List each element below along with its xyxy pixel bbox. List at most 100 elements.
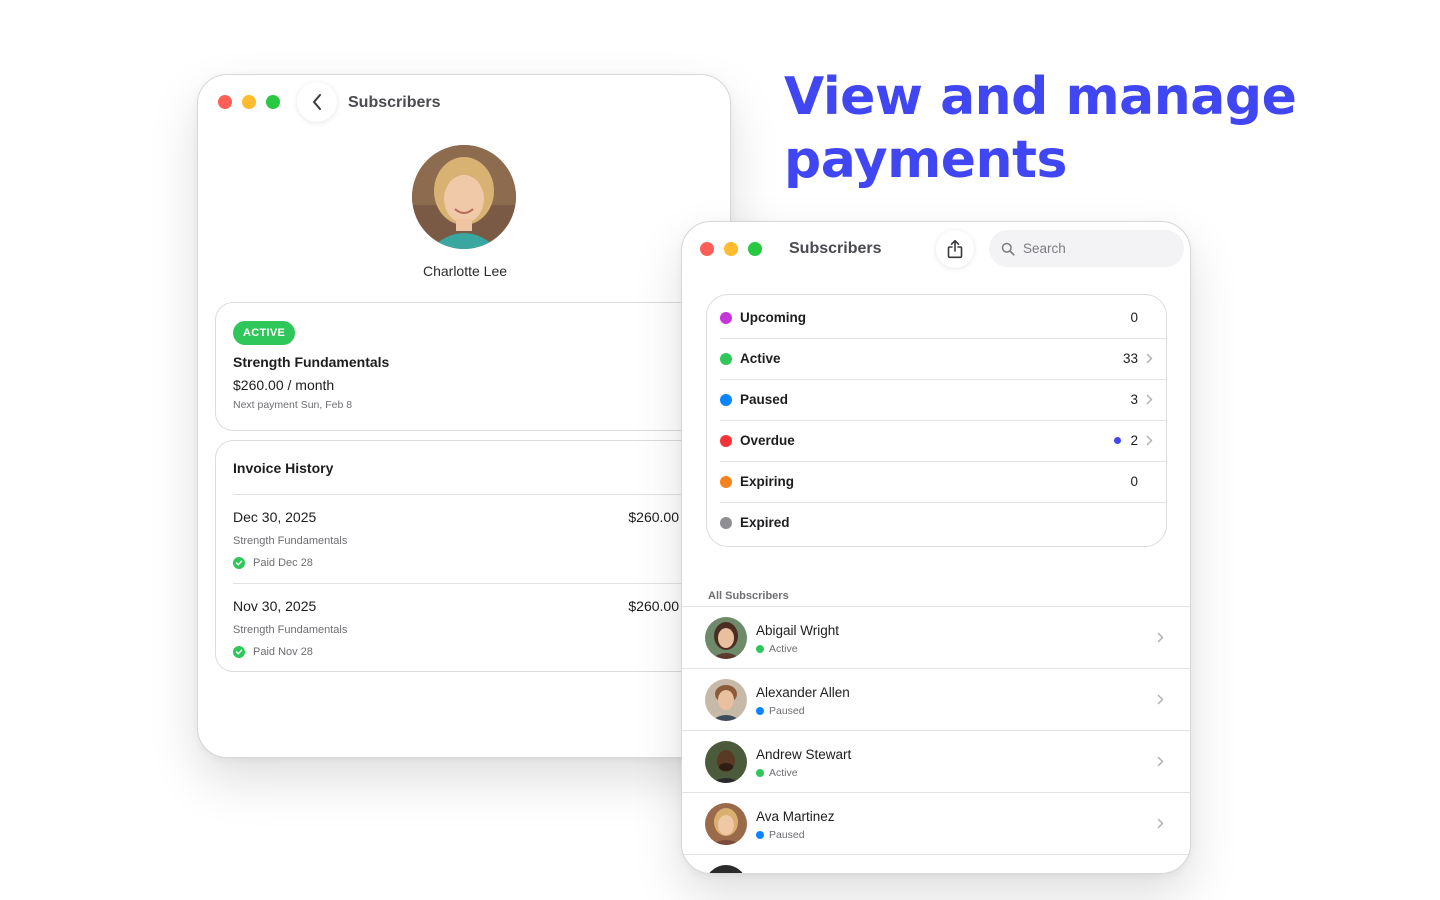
status-row-upcoming[interactable]: Upcoming 0	[707, 297, 1166, 338]
avatar	[705, 741, 747, 783]
status-label: Overdue	[740, 433, 795, 448]
list-item[interactable]: Alexander Allen Paused	[682, 669, 1190, 731]
status-row-paused[interactable]: Paused 3	[707, 379, 1166, 420]
headline-line-1: View and manage	[784, 67, 1297, 127]
subscriber-status: Paused	[756, 829, 805, 841]
plan-card[interactable]: ACTIVE Strength Fundamentals $260.00 / m…	[215, 302, 730, 431]
status-count: 0	[1130, 474, 1138, 489]
subscriber-status-label: Active	[769, 643, 798, 655]
invoice-history-card: Invoice History Dec 30, 2025 $260.00 Str…	[215, 440, 730, 672]
status-dot	[720, 311, 732, 324]
status-label: Active	[740, 351, 781, 366]
headline: View and manage payments	[784, 66, 1404, 192]
window-controls	[700, 242, 762, 256]
subscriber-status-label: Paused	[769, 705, 805, 717]
invoice-amount: $260.00	[628, 509, 679, 525]
zoom-window-button[interactable]	[748, 242, 762, 256]
window-title: Subscribers	[789, 240, 882, 257]
next-payment: Next payment Sun, Feb 8	[233, 399, 353, 411]
avatar	[705, 865, 747, 873]
checkmark-icon	[233, 646, 245, 658]
status-dot	[720, 393, 732, 406]
invoice-paid-status: Paid Nov 28	[233, 646, 313, 658]
chevron-right-icon	[1157, 756, 1164, 767]
minimize-window-button[interactable]	[724, 242, 738, 256]
avatar	[705, 617, 747, 659]
status-count: 2	[1130, 433, 1138, 448]
status-dot	[756, 645, 764, 653]
status-dot	[756, 831, 764, 839]
chevron-right-icon	[1157, 694, 1164, 705]
avatar	[705, 803, 747, 845]
status-row-expired[interactable]: Expired	[707, 502, 1166, 543]
headline-line-2: payments	[784, 130, 1067, 190]
subscriber-status-label: Active	[769, 767, 798, 779]
status-count: 0	[1130, 310, 1138, 325]
search-icon	[1001, 242, 1015, 256]
status-row-overdue[interactable]: Overdue 2	[707, 420, 1166, 461]
chevron-left-icon	[313, 94, 321, 110]
zoom-window-button[interactable]	[266, 95, 280, 109]
plan-name: Strength Fundamentals	[233, 354, 390, 370]
status-label: Expiring	[740, 474, 795, 489]
list-item[interactable]: Ava Martinez Paused	[682, 793, 1190, 855]
window-controls	[218, 95, 280, 109]
invoice-paid-label: Paid Nov 28	[253, 646, 313, 658]
list-item[interactable]: Andrew Stewart Active	[682, 731, 1190, 793]
status-dot	[756, 707, 764, 715]
chevron-right-icon	[1146, 394, 1153, 405]
status-dot	[720, 516, 732, 529]
search-field[interactable]: Search	[989, 230, 1184, 267]
subscriber-name: Ava Martinez	[756, 809, 835, 824]
status-row-expiring[interactable]: Expiring 0	[707, 461, 1166, 502]
subscriber-detail-window: Subscribers Charlotte Lee ACTIVE Strengt…	[197, 74, 731, 758]
section-label: All Subscribers	[708, 590, 789, 602]
status-dot	[720, 352, 732, 365]
status-count: 3	[1130, 392, 1138, 407]
invoice-row[interactable]: Nov 30, 2025 $260.00 Strength Fundamenta…	[233, 584, 679, 672]
invoice-amount: $260.00	[628, 598, 679, 614]
list-item[interactable]: Abigail Wright Active	[682, 607, 1190, 669]
status-label: Expired	[740, 515, 790, 530]
share-icon	[947, 239, 963, 259]
invoice-plan: Strength Fundamentals	[233, 535, 348, 547]
unread-indicator	[1114, 437, 1121, 444]
chevron-right-icon	[1146, 353, 1153, 364]
status-label: Upcoming	[740, 310, 806, 325]
checkmark-icon	[233, 557, 245, 569]
list-item[interactable]	[682, 855, 1190, 873]
window-title: Subscribers	[348, 94, 441, 111]
chevron-right-icon	[1157, 818, 1164, 829]
subscribers-list-window: Subscribers Search Upcoming 0 Active 33	[681, 221, 1191, 874]
close-window-button[interactable]	[218, 95, 232, 109]
subscriber-status-label: Paused	[769, 829, 805, 841]
profile-name: Charlotte Lee	[422, 263, 508, 279]
status-dot	[756, 769, 764, 777]
status-row-active[interactable]: Active 33	[707, 338, 1166, 379]
invoice-row[interactable]: Dec 30, 2025 $260.00 Strength Fundamenta…	[233, 495, 679, 583]
invoice-plan: Strength Fundamentals	[233, 624, 348, 636]
invoice-history-title: Invoice History	[233, 460, 334, 476]
status-badge: ACTIVE	[233, 321, 296, 345]
invoice-paid-status: Paid Dec 28	[233, 557, 313, 569]
back-button[interactable]	[297, 82, 337, 122]
chevron-right-icon	[1146, 435, 1153, 446]
status-summary-card: Upcoming 0 Active 33 Paused 3 Overdue 2	[706, 294, 1167, 547]
subscriber-name: Alexander Allen	[756, 685, 850, 700]
share-button[interactable]	[936, 230, 974, 268]
invoice-date: Dec 30, 2025	[233, 509, 317, 525]
subscriber-status: Active	[756, 767, 798, 779]
minimize-window-button[interactable]	[242, 95, 256, 109]
subscriber-name: Andrew Stewart	[756, 747, 852, 762]
chevron-right-icon	[1157, 632, 1164, 643]
close-window-button[interactable]	[700, 242, 714, 256]
avatar	[705, 679, 747, 721]
plan-price: $260.00 / month	[233, 377, 335, 393]
avatar	[412, 145, 516, 249]
invoice-date: Nov 30, 2025	[233, 598, 317, 614]
status-label: Paused	[740, 392, 789, 407]
search-placeholder: Search	[1023, 241, 1066, 256]
invoice-paid-label: Paid Dec 28	[253, 557, 313, 569]
status-dot	[720, 434, 732, 447]
subscriber-status: Active	[756, 643, 798, 655]
